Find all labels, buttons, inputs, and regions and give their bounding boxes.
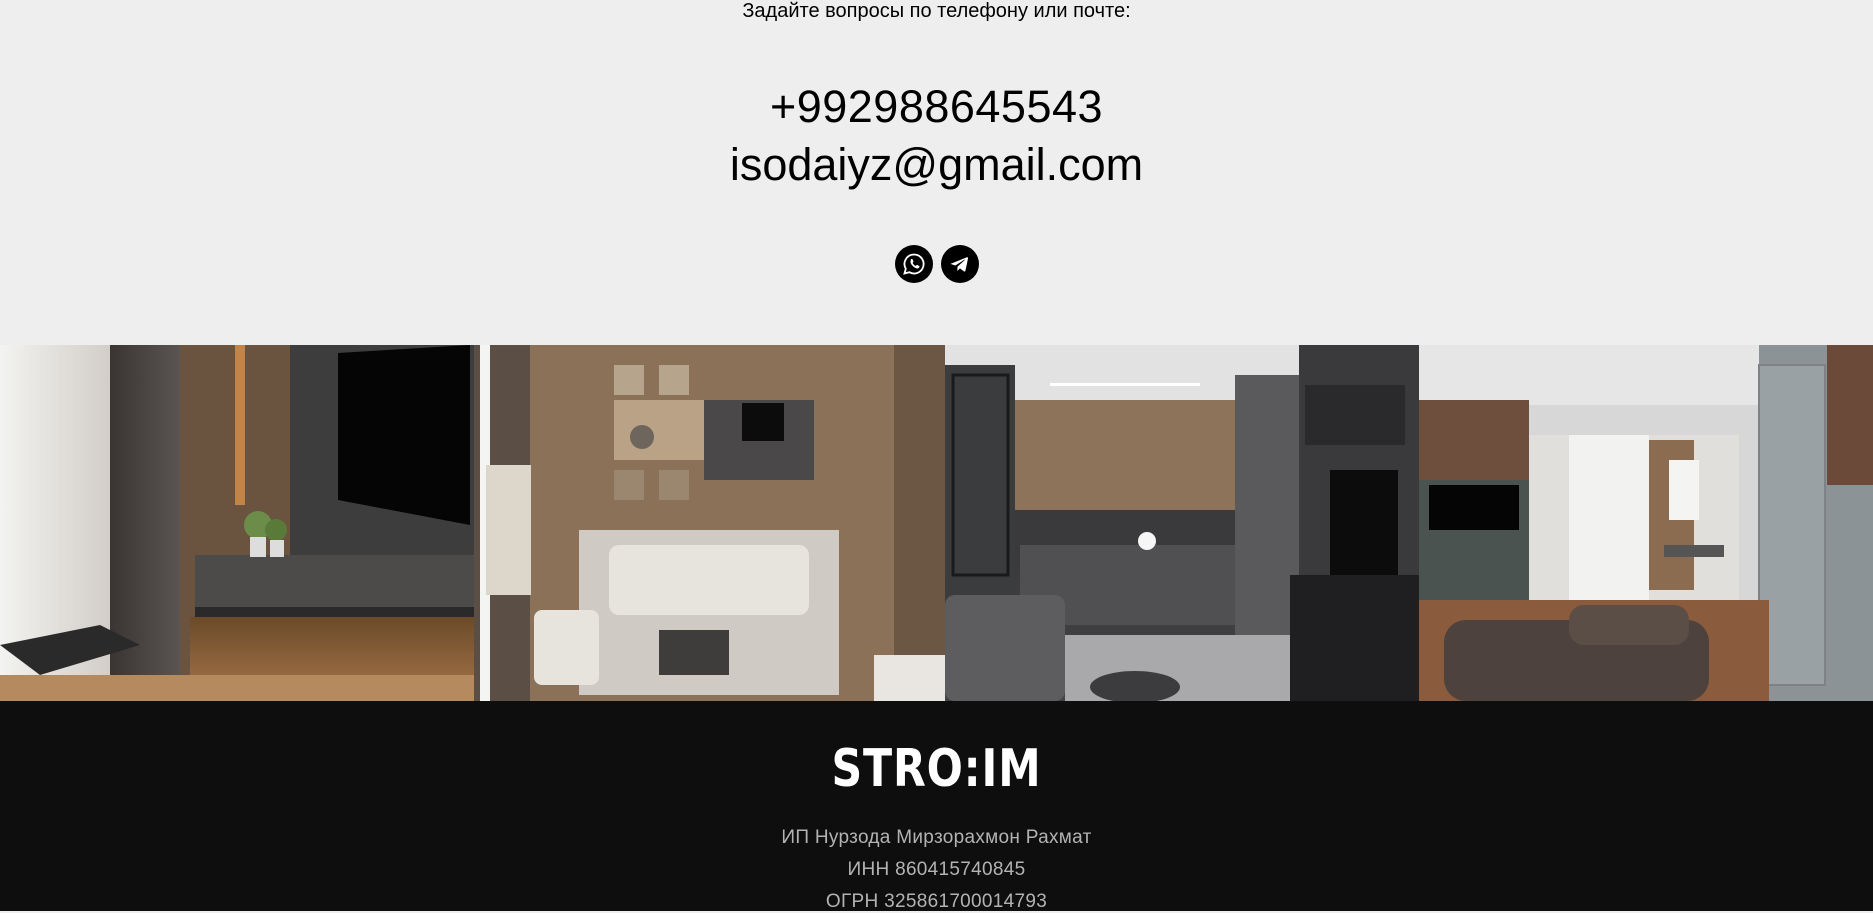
contact-section: Задайте вопросы по телефону или почте: +… — [0, 0, 1873, 345]
photo-gallery — [0, 345, 1873, 701]
whatsapp-icon — [902, 253, 924, 275]
gallery-photo-kitchen[interactable] — [945, 345, 1419, 701]
social-links — [0, 245, 1873, 283]
gallery-photo-tv-wall[interactable] — [0, 345, 474, 701]
gallery-photo-top-view[interactable] — [474, 345, 945, 701]
gallery-photo-sofa[interactable] — [1419, 345, 1873, 701]
telegram-icon — [950, 257, 968, 272]
stroim-logo[interactable]: STRO:IM — [169, 741, 1705, 797]
footer-company-name: ИП Нурзода Мирзорахмон Рахмат — [781, 827, 1092, 848]
whatsapp-button[interactable] — [894, 245, 933, 283]
phone-link[interactable]: +992988645543 — [0, 80, 1873, 134]
contact-lead-text: Задайте вопросы по телефону или почте: — [742, 0, 1131, 22]
footer-ogrn: ОГРН 325861700014793 — [825, 891, 1048, 912]
email-link[interactable]: isodaiyz@gmail.com — [0, 138, 1873, 192]
footer-inn: ИНН 860415740845 — [847, 859, 1026, 880]
footer: STRO:IM ИП Нурзода Мирзорахмон Рахмат ИН… — [0, 701, 1873, 912]
telegram-button[interactable] — [940, 245, 979, 283]
